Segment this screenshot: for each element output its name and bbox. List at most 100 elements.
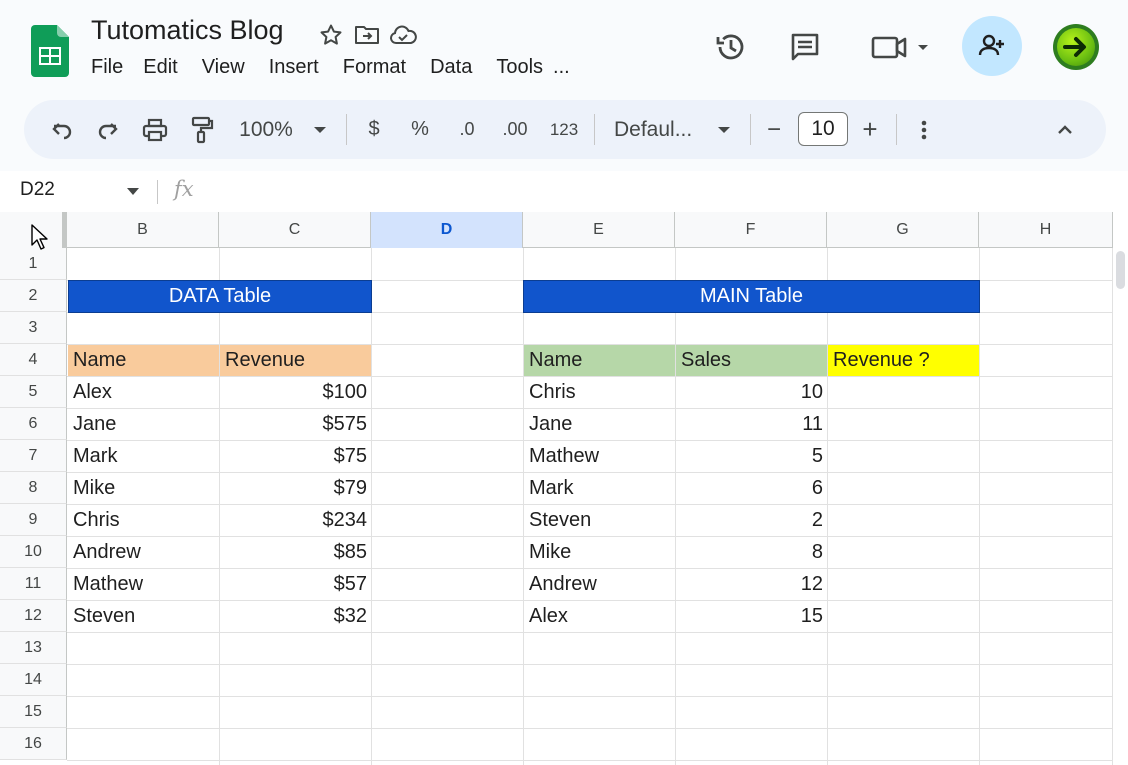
row-header-16[interactable]: 16 <box>0 728 67 760</box>
row-header-4[interactable]: 4 <box>0 344 67 376</box>
main-header-sales[interactable]: Sales <box>676 345 827 376</box>
menu-tools[interactable]: Tools <box>496 56 543 79</box>
row-header-10[interactable]: 10 <box>0 536 67 568</box>
row-header-11[interactable]: 11 <box>0 568 67 600</box>
sheets-logo-icon[interactable] <box>31 25 69 77</box>
row-header-15[interactable]: 15 <box>0 696 67 728</box>
increase-decimal-button[interactable]: .00 <box>498 100 532 159</box>
data-name-cell[interactable]: Steven <box>68 601 219 632</box>
column-header-f[interactable]: F <box>675 212 827 248</box>
main-header-name[interactable]: Name <box>524 345 675 376</box>
data-revenue-cell[interactable]: $234 <box>220 505 371 536</box>
main-name-cell[interactable]: Andrew <box>524 569 675 600</box>
data-name-cell[interactable]: Jane <box>68 409 219 440</box>
document-title[interactable]: Tutomatics Blog <box>91 15 284 46</box>
percent-format-button[interactable]: % <box>408 100 432 159</box>
menu-edit[interactable]: Edit <box>143 56 177 79</box>
row-header-8[interactable]: 8 <box>0 472 67 504</box>
font-size-input[interactable]: 10 <box>798 112 848 146</box>
meet-icon[interactable] <box>866 28 934 66</box>
main-name-cell[interactable]: Jane <box>524 409 675 440</box>
more-options-icon[interactable] <box>912 100 936 159</box>
row-header-5[interactable]: 5 <box>0 376 67 408</box>
zoom-select[interactable]: 100% <box>232 100 300 159</box>
version-history-icon[interactable] <box>712 28 750 66</box>
menu-insert[interactable]: Insert <box>269 56 319 79</box>
main-name-cell[interactable]: Chris <box>524 377 675 408</box>
decrease-font-size-button[interactable]: − <box>762 100 786 159</box>
menu-data[interactable]: Data <box>430 56 472 79</box>
paint-format-icon[interactable] <box>188 100 216 159</box>
share-button[interactable] <box>962 16 1022 76</box>
currency-format-button[interactable]: $ <box>362 100 386 159</box>
main-table-title[interactable]: MAIN Table <box>523 280 980 313</box>
row-header-3[interactable]: 3 <box>0 312 67 344</box>
main-sales-cell[interactable]: 10 <box>676 377 827 408</box>
row-header-12[interactable]: 12 <box>0 600 67 632</box>
zoom-dropdown-icon[interactable] <box>310 100 330 159</box>
row-header-14[interactable]: 14 <box>0 664 67 696</box>
redo-icon[interactable] <box>94 100 122 159</box>
row-header-2[interactable]: 2 <box>0 280 67 312</box>
comments-icon[interactable] <box>786 28 824 66</box>
data-name-cell[interactable]: Chris <box>68 505 219 536</box>
decrease-decimal-button[interactable]: .0 <box>452 100 482 159</box>
print-icon[interactable] <box>140 100 170 159</box>
column-header-c[interactable]: C <box>219 212 371 248</box>
row-header-13[interactable]: 13 <box>0 632 67 664</box>
name-box[interactable]: D22 <box>20 179 55 201</box>
row-header-9[interactable]: 9 <box>0 504 67 536</box>
data-revenue-cell[interactable]: $57 <box>220 569 371 600</box>
more-formats-button[interactable]: 123 <box>548 100 580 159</box>
data-name-cell[interactable]: Andrew <box>68 537 219 568</box>
data-revenue-cell[interactable]: $75 <box>220 441 371 472</box>
undo-icon[interactable] <box>48 100 76 159</box>
star-icon[interactable] <box>317 22 345 48</box>
column-header-g[interactable]: G <box>827 212 979 248</box>
main-name-cell[interactable]: Steven <box>524 505 675 536</box>
main-sales-cell[interactable]: 8 <box>676 537 827 568</box>
column-header-h[interactable]: H <box>979 212 1113 248</box>
main-sales-cell[interactable]: 11 <box>676 409 827 440</box>
menu-file[interactable]: File <box>91 56 123 79</box>
data-revenue-cell[interactable]: $100 <box>220 377 371 408</box>
main-name-cell[interactable]: Mathew <box>524 441 675 472</box>
menu-more[interactable]: ... <box>553 56 570 79</box>
vertical-scrollbar[interactable] <box>1116 251 1125 289</box>
main-header-revenue[interactable]: Revenue ? <box>828 345 979 376</box>
main-sales-cell[interactable]: 12 <box>676 569 827 600</box>
data-revenue-cell[interactable]: $79 <box>220 473 371 504</box>
data-revenue-cell[interactable]: $32 <box>220 601 371 632</box>
data-name-cell[interactable]: Mike <box>68 473 219 504</box>
data-table-title[interactable]: DATA Table <box>68 280 372 313</box>
column-header-b[interactable]: B <box>67 212 219 248</box>
menu-format[interactable]: Format <box>343 56 406 79</box>
data-header-name[interactable]: Name <box>68 345 219 376</box>
name-box-dropdown-icon[interactable] <box>127 188 139 195</box>
move-folder-icon[interactable] <box>353 22 381 48</box>
collapse-toolbar-icon[interactable] <box>1052 100 1078 159</box>
increase-font-size-button[interactable]: + <box>858 100 882 159</box>
menu-view[interactable]: View <box>202 56 245 79</box>
data-name-cell[interactable]: Mathew <box>68 569 219 600</box>
main-sales-cell[interactable]: 2 <box>676 505 827 536</box>
main-sales-cell[interactable]: 15 <box>676 601 827 632</box>
column-header-e[interactable]: E <box>523 212 675 248</box>
row-header-6[interactable]: 6 <box>0 408 67 440</box>
data-revenue-cell[interactable]: $85 <box>220 537 371 568</box>
main-name-cell[interactable]: Mike <box>524 537 675 568</box>
data-revenue-cell[interactable]: $575 <box>220 409 371 440</box>
data-name-cell[interactable]: Alex <box>68 377 219 408</box>
main-name-cell[interactable]: Mark <box>524 473 675 504</box>
column-header-d[interactable]: D <box>371 212 523 248</box>
avatar[interactable] <box>1053 24 1099 70</box>
main-name-cell[interactable]: Alex <box>524 601 675 632</box>
font-select[interactable]: Defaul... <box>614 100 704 159</box>
row-header-7[interactable]: 7 <box>0 440 67 472</box>
sheet-grid[interactable]: B C D E F G H 1 2 3 4 5 6 7 8 9 10 11 12… <box>0 212 1128 765</box>
cloud-saved-icon[interactable] <box>389 22 417 48</box>
main-sales-cell[interactable]: 5 <box>676 441 827 472</box>
font-dropdown-icon[interactable] <box>714 100 734 159</box>
data-name-cell[interactable]: Mark <box>68 441 219 472</box>
row-header-1[interactable]: 1 <box>0 248 67 280</box>
